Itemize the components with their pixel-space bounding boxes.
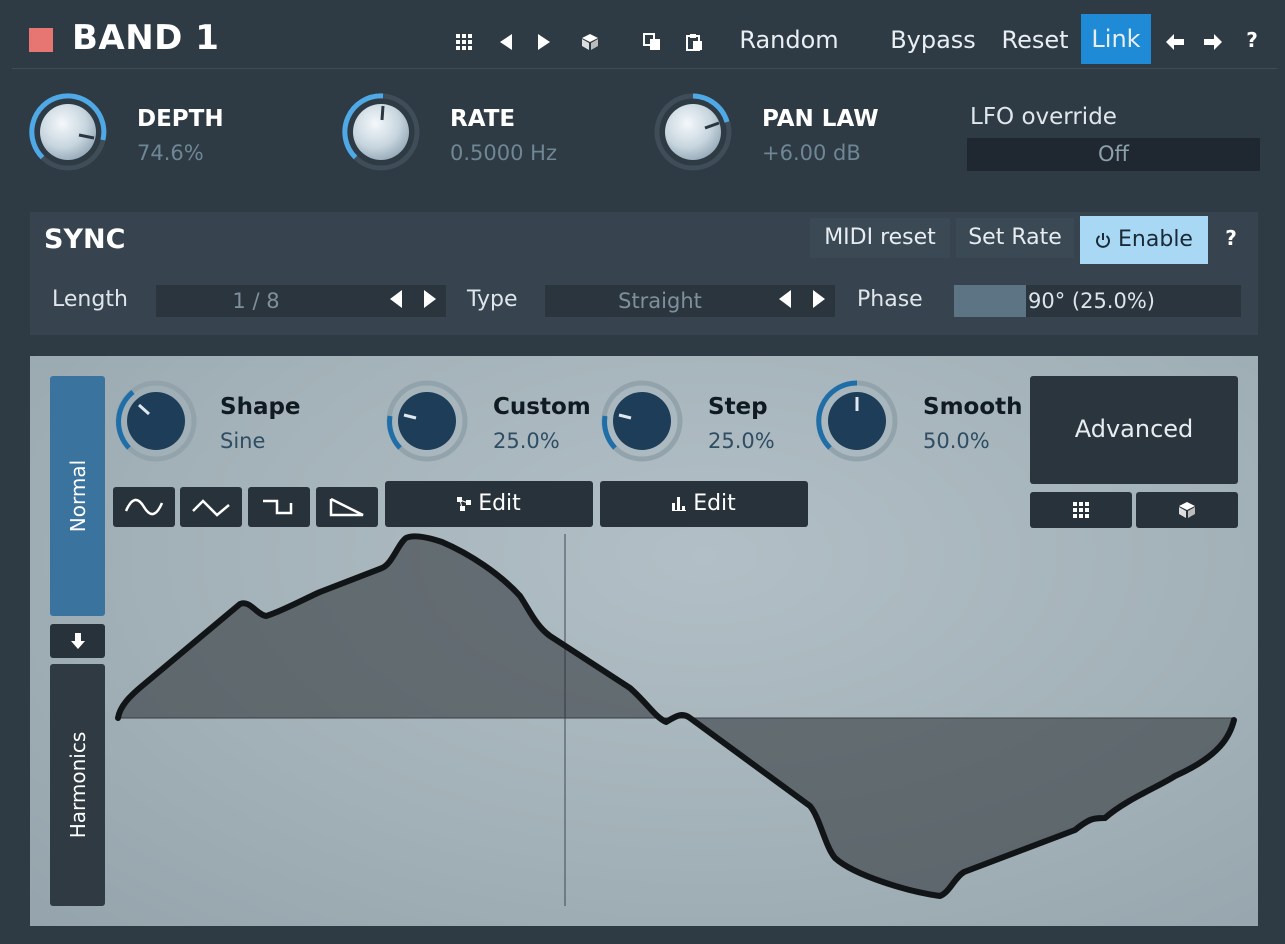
type-value: Straight <box>618 289 702 313</box>
enable-label: Enable <box>1118 227 1193 252</box>
pan-law-label: PAN LAW <box>762 106 879 132</box>
bypass-button[interactable]: Bypass <box>884 20 982 60</box>
sync-panel: SYNC MIDI reset Set Rate Enable ? Length… <box>30 212 1258 335</box>
length-label: Length <box>52 287 128 312</box>
set-rate-button[interactable]: Set Rate <box>956 218 1074 258</box>
enable-button[interactable]: Enable <box>1080 216 1208 264</box>
triangle-left-icon <box>779 290 791 308</box>
lfo-override-label: LFO override <box>970 104 1117 130</box>
depth-value: 74.6% <box>137 141 204 165</box>
header-bar: BAND 1 Random Bypass Reset Link ? <box>12 12 1277 69</box>
arrow-right-icon[interactable] <box>1198 20 1228 60</box>
sync-title: SYNC <box>44 224 126 255</box>
rate-value: 0.5000 Hz <box>450 141 557 165</box>
triangle-right-icon <box>424 290 436 308</box>
link-button[interactable]: Link <box>1081 14 1151 64</box>
sync-help-button[interactable]: ? <box>1216 218 1246 258</box>
power-icon <box>1095 227 1118 252</box>
rate-label: RATE <box>450 106 516 132</box>
copy-icon[interactable] <box>638 20 666 60</box>
rate-knob[interactable] <box>341 92 421 172</box>
depth-label: DEPTH <box>137 106 224 132</box>
pan-law-value: +6.00 dB <box>762 141 861 165</box>
triangle-right-icon[interactable] <box>530 20 558 60</box>
help-button[interactable]: ? <box>1238 20 1266 60</box>
shape-panel: Normal Harmonics Shape Sine Custom 25.0% <box>30 356 1258 926</box>
waveform-display[interactable] <box>30 356 1258 926</box>
band-color-swatch[interactable] <box>29 28 53 52</box>
length-stepper[interactable] <box>390 290 436 313</box>
paste-icon[interactable] <box>680 20 708 60</box>
phase-value: 90° (25.0%) <box>1028 289 1155 313</box>
phase-slider[interactable]: 90° (25.0%) <box>954 285 1241 317</box>
midi-reset-button[interactable]: MIDI reset <box>810 218 950 258</box>
phase-label: Phase <box>857 287 923 312</box>
lfo-override-select[interactable]: Off <box>967 138 1260 171</box>
pan-law-knob[interactable] <box>653 92 733 172</box>
triangle-left-icon <box>390 290 402 308</box>
band-title: BAND 1 <box>72 18 220 58</box>
type-label: Type <box>467 287 518 312</box>
triangle-right-icon <box>813 290 825 308</box>
dice-icon[interactable] <box>576 20 604 60</box>
depth-knob[interactable] <box>28 92 108 172</box>
length-value: 1 / 8 <box>232 289 280 313</box>
grid-icon[interactable] <box>450 20 478 60</box>
reset-button[interactable]: Reset <box>997 20 1073 60</box>
type-stepper[interactable] <box>779 290 825 313</box>
arrow-left-icon[interactable] <box>1160 20 1190 60</box>
random-button[interactable]: Random <box>734 20 844 60</box>
triangle-left-icon[interactable] <box>492 20 520 60</box>
phase-fill <box>954 285 1026 317</box>
